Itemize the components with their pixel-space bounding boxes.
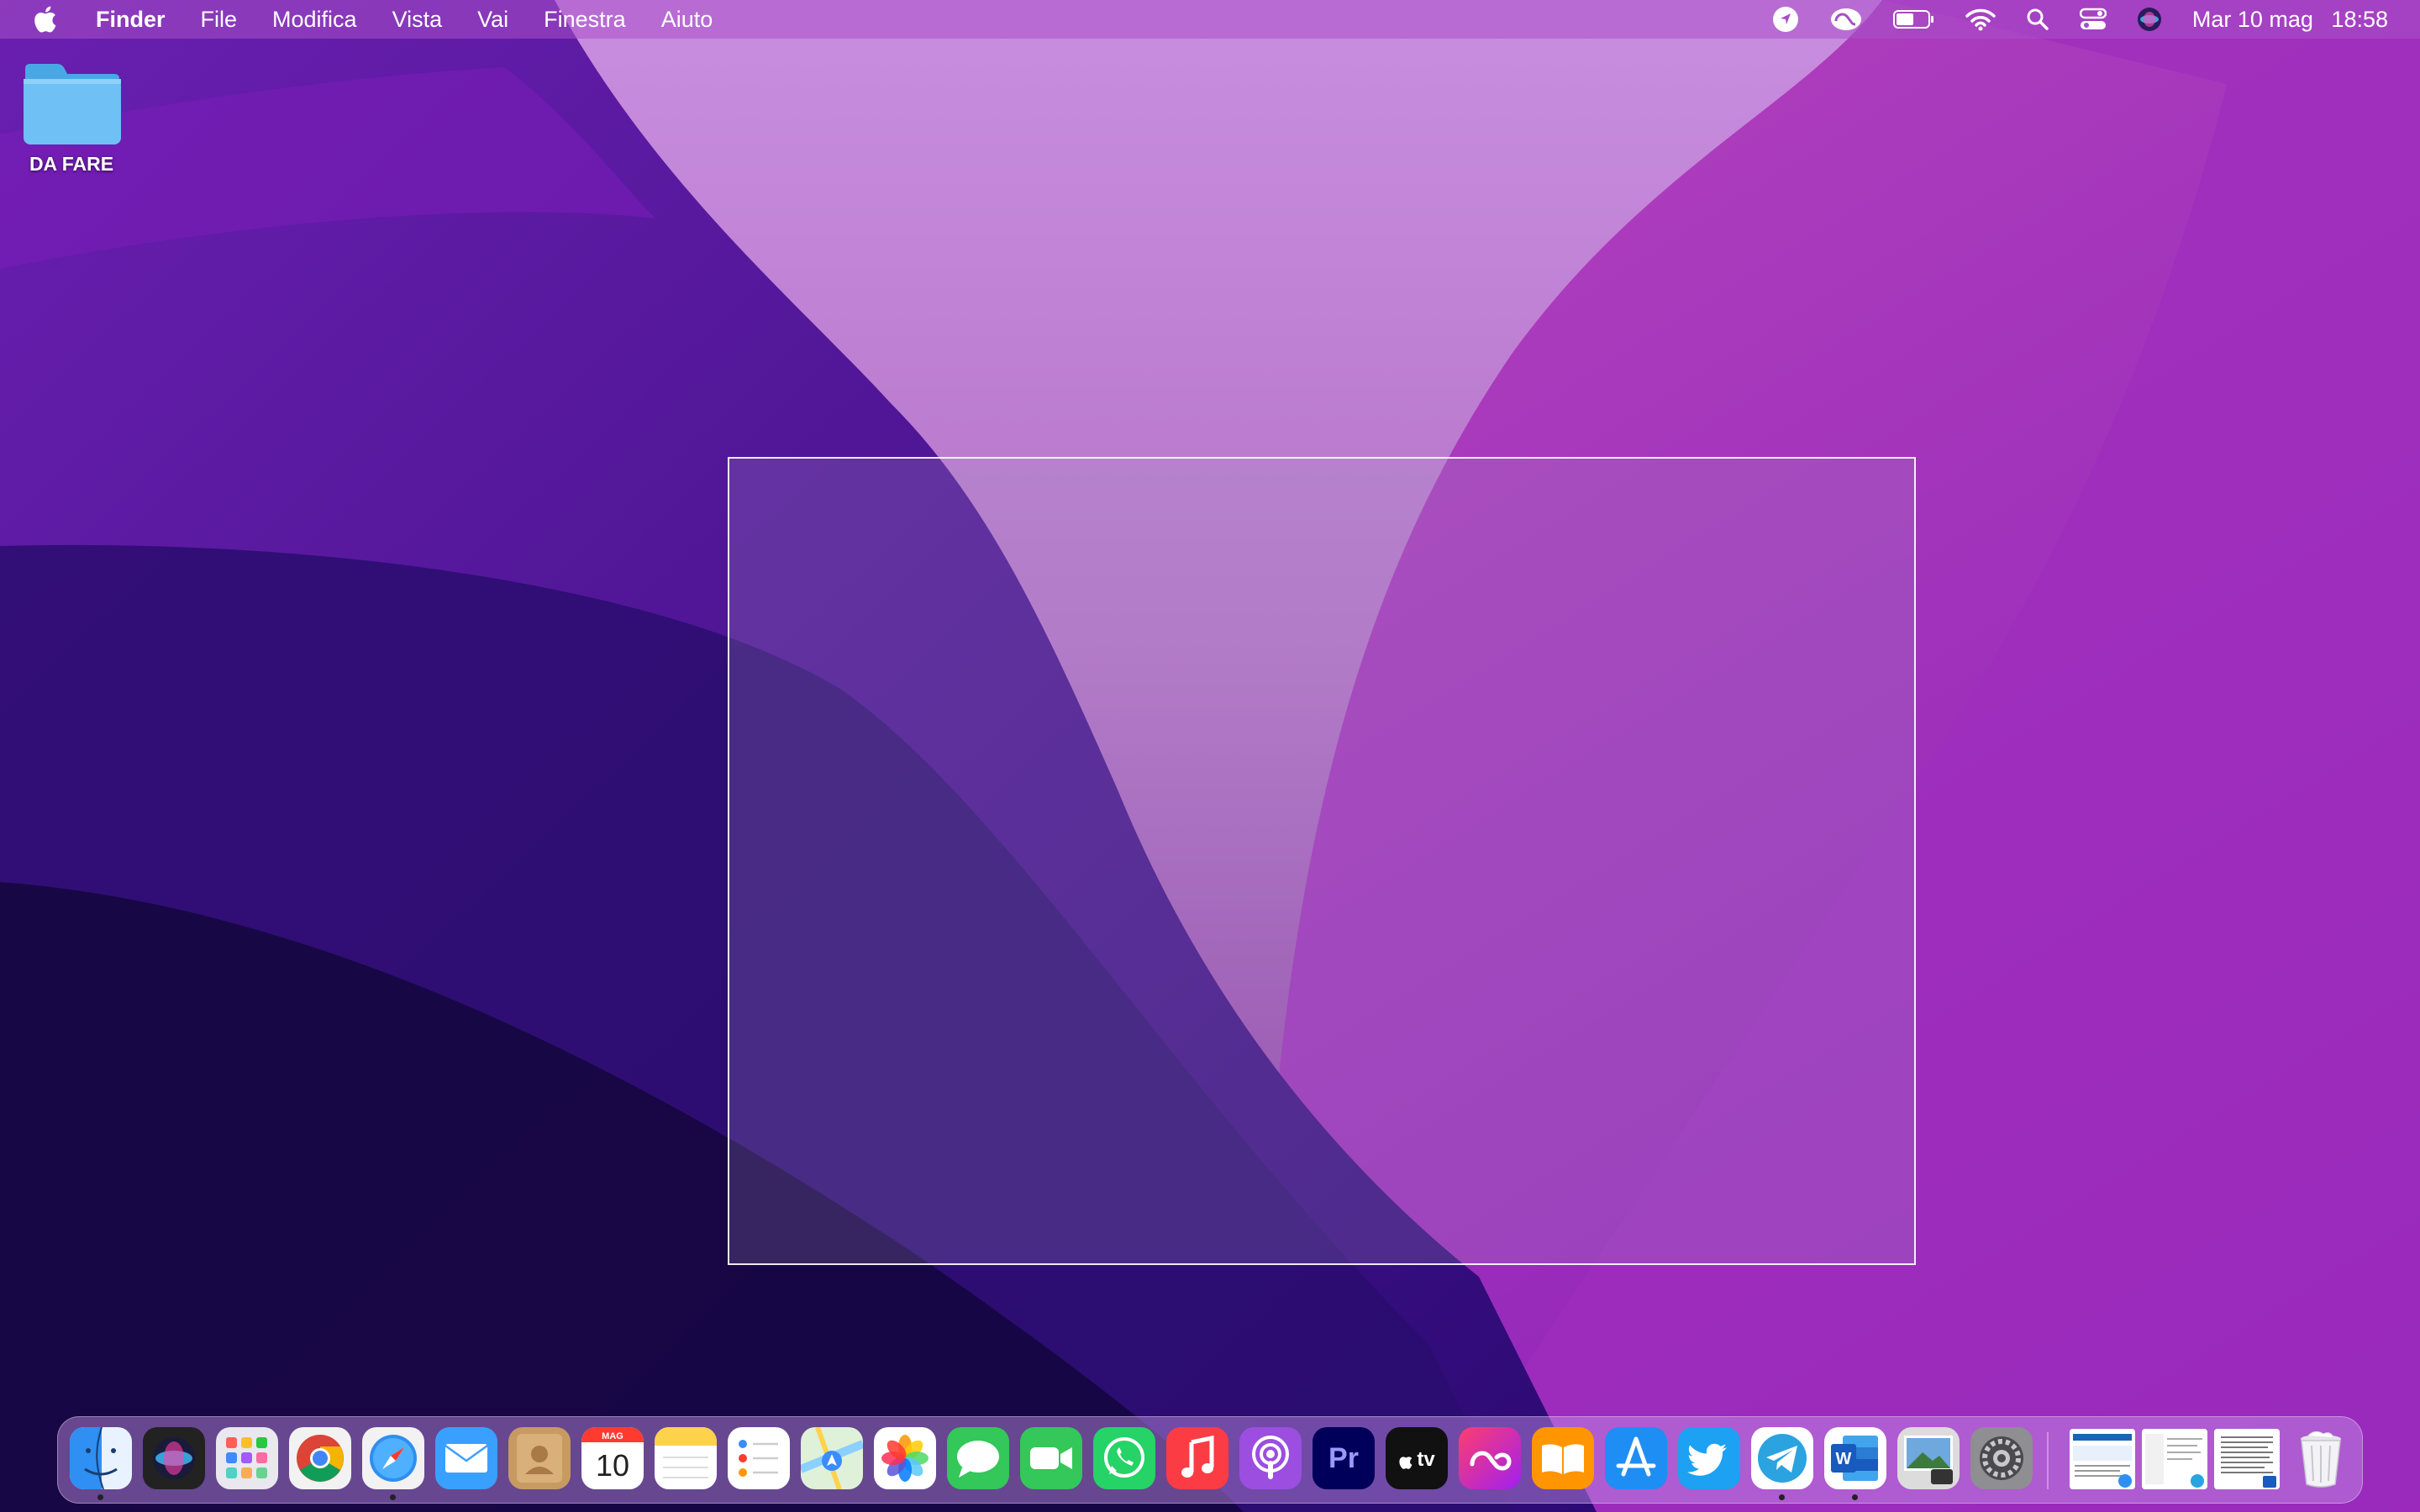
dock-messages[interactable] — [947, 1427, 1009, 1489]
dock-telegram[interactable] — [1751, 1427, 1813, 1489]
menubar-date: Mar 10 mag — [2191, 6, 2313, 32]
running-indicator — [1852, 1494, 1858, 1500]
dock-music[interactable] — [1166, 1427, 1228, 1489]
dock-system-preferences[interactable] — [1970, 1427, 2033, 1489]
running-indicator — [1779, 1494, 1785, 1500]
folder-label: DA FARE — [29, 153, 114, 175]
dock-reminders[interactable] — [728, 1427, 790, 1489]
appletv-label: tv — [1417, 1448, 1435, 1471]
facetime-icon — [1020, 1427, 1082, 1489]
dock-facetime[interactable] — [1020, 1427, 1082, 1489]
dock-minimized-window-safari[interactable] — [2070, 1429, 2135, 1489]
dock-mail[interactable] — [435, 1427, 497, 1489]
word-label: W — [1836, 1450, 1852, 1468]
dock-photos[interactable] — [874, 1427, 936, 1489]
dock-word[interactable]: W — [1824, 1427, 1886, 1489]
dock-whatsapp[interactable] — [1093, 1427, 1155, 1489]
dock-preview[interactable] — [1897, 1427, 1960, 1489]
menu-vai[interactable]: Vai — [477, 7, 508, 33]
dock-divider — [2047, 1432, 2049, 1489]
app-store-icon — [1605, 1427, 1667, 1489]
dock-premiere-pro[interactable]: Pr — [1313, 1427, 1375, 1489]
maps-icon — [801, 1427, 863, 1489]
dock-minimized-window-telegram[interactable] — [2142, 1429, 2207, 1489]
menu-modifica[interactable]: Modifica — [272, 7, 357, 33]
books-icon — [1532, 1427, 1594, 1489]
dock-chrome[interactable] — [289, 1427, 351, 1489]
chrome-icon — [289, 1427, 351, 1489]
calendar-day: 10 — [596, 1448, 629, 1483]
premiere-label: Pr — [1328, 1442, 1359, 1474]
system-preferences-icon — [1970, 1427, 2033, 1489]
siri-icon[interactable] — [2137, 7, 2162, 32]
launchpad-icon — [216, 1427, 278, 1489]
siri-app-icon — [143, 1427, 205, 1489]
word-icon: W — [1824, 1427, 1886, 1489]
battery-icon[interactable] — [1892, 9, 1935, 29]
dock-trash[interactable] — [2290, 1427, 2352, 1489]
creative-cloud-icon[interactable] — [1829, 6, 1863, 33]
music-icon — [1166, 1427, 1228, 1489]
dock-siri[interactable] — [143, 1427, 205, 1489]
menu-app-finder[interactable]: Finder — [96, 7, 166, 33]
wifi-icon[interactable] — [1965, 8, 1996, 31]
dock-podcasts[interactable] — [1239, 1427, 1302, 1489]
running-indicator — [390, 1494, 396, 1500]
podcasts-icon — [1239, 1427, 1302, 1489]
location-icon[interactable] — [1772, 6, 1799, 33]
dock-maps[interactable] — [801, 1427, 863, 1489]
menu-vista[interactable]: Vista — [392, 7, 443, 33]
dock-notes[interactable] — [655, 1427, 717, 1489]
notes-icon — [655, 1427, 717, 1489]
preview-icon — [1897, 1427, 1960, 1489]
twitter-icon — [1678, 1427, 1740, 1489]
dock-twitter[interactable] — [1678, 1427, 1740, 1489]
spotlight-search-icon[interactable] — [2026, 8, 2049, 31]
dock-books[interactable] — [1532, 1427, 1594, 1489]
apple-menu-icon[interactable] — [32, 4, 57, 34]
photos-icon — [874, 1427, 936, 1489]
premiere-pro-icon: Pr — [1313, 1427, 1375, 1489]
dock-contacts[interactable] — [508, 1427, 571, 1489]
dock-launchpad[interactable] — [216, 1427, 278, 1489]
creative-cloud-app-icon — [1459, 1427, 1521, 1489]
mail-icon — [435, 1427, 497, 1489]
telegram-icon — [1751, 1427, 1813, 1489]
calendar-month: MAG — [602, 1431, 623, 1441]
contacts-icon — [508, 1427, 571, 1489]
folder-icon — [24, 64, 121, 144]
dock-finder[interactable] — [70, 1427, 132, 1489]
dock-minimized-window-word[interactable] — [2214, 1429, 2280, 1489]
dock-calendar[interactable]: MAG 10 — [581, 1427, 644, 1489]
menu-finestra[interactable]: Finestra — [544, 7, 626, 33]
desktop-folder-da-fare[interactable]: DA FARE — [17, 62, 126, 176]
menu-aiuto[interactable]: Aiuto — [661, 7, 713, 33]
trash-icon — [2301, 1431, 2341, 1488]
apple-tv-icon: tv — [1386, 1427, 1448, 1489]
dock-creative-cloud[interactable] — [1459, 1427, 1521, 1489]
finder-icon — [70, 1427, 132, 1489]
dock-app-store[interactable] — [1605, 1427, 1667, 1489]
dock-safari[interactable] — [362, 1427, 424, 1489]
dock: MAG 10 Pr tv W — [57, 1416, 2363, 1504]
menubar-time: 18:58 — [2331, 6, 2388, 32]
menu-bar: Finder File Modifica Vista Vai Finestra … — [0, 0, 2420, 39]
control-center-icon[interactable] — [2079, 8, 2107, 31]
running-indicator — [97, 1494, 103, 1500]
whatsapp-icon — [1093, 1427, 1155, 1489]
selection-rectangle — [728, 457, 1916, 1265]
reminders-icon — [728, 1427, 790, 1489]
dock-apple-tv[interactable]: tv — [1386, 1427, 1448, 1489]
safari-icon — [362, 1427, 424, 1489]
calendar-icon: MAG 10 — [581, 1427, 644, 1489]
menu-file[interactable]: File — [201, 7, 238, 33]
menubar-clock[interactable]: Mar 10 mag 18:58 — [2192, 7, 2388, 33]
messages-icon — [947, 1427, 1009, 1489]
